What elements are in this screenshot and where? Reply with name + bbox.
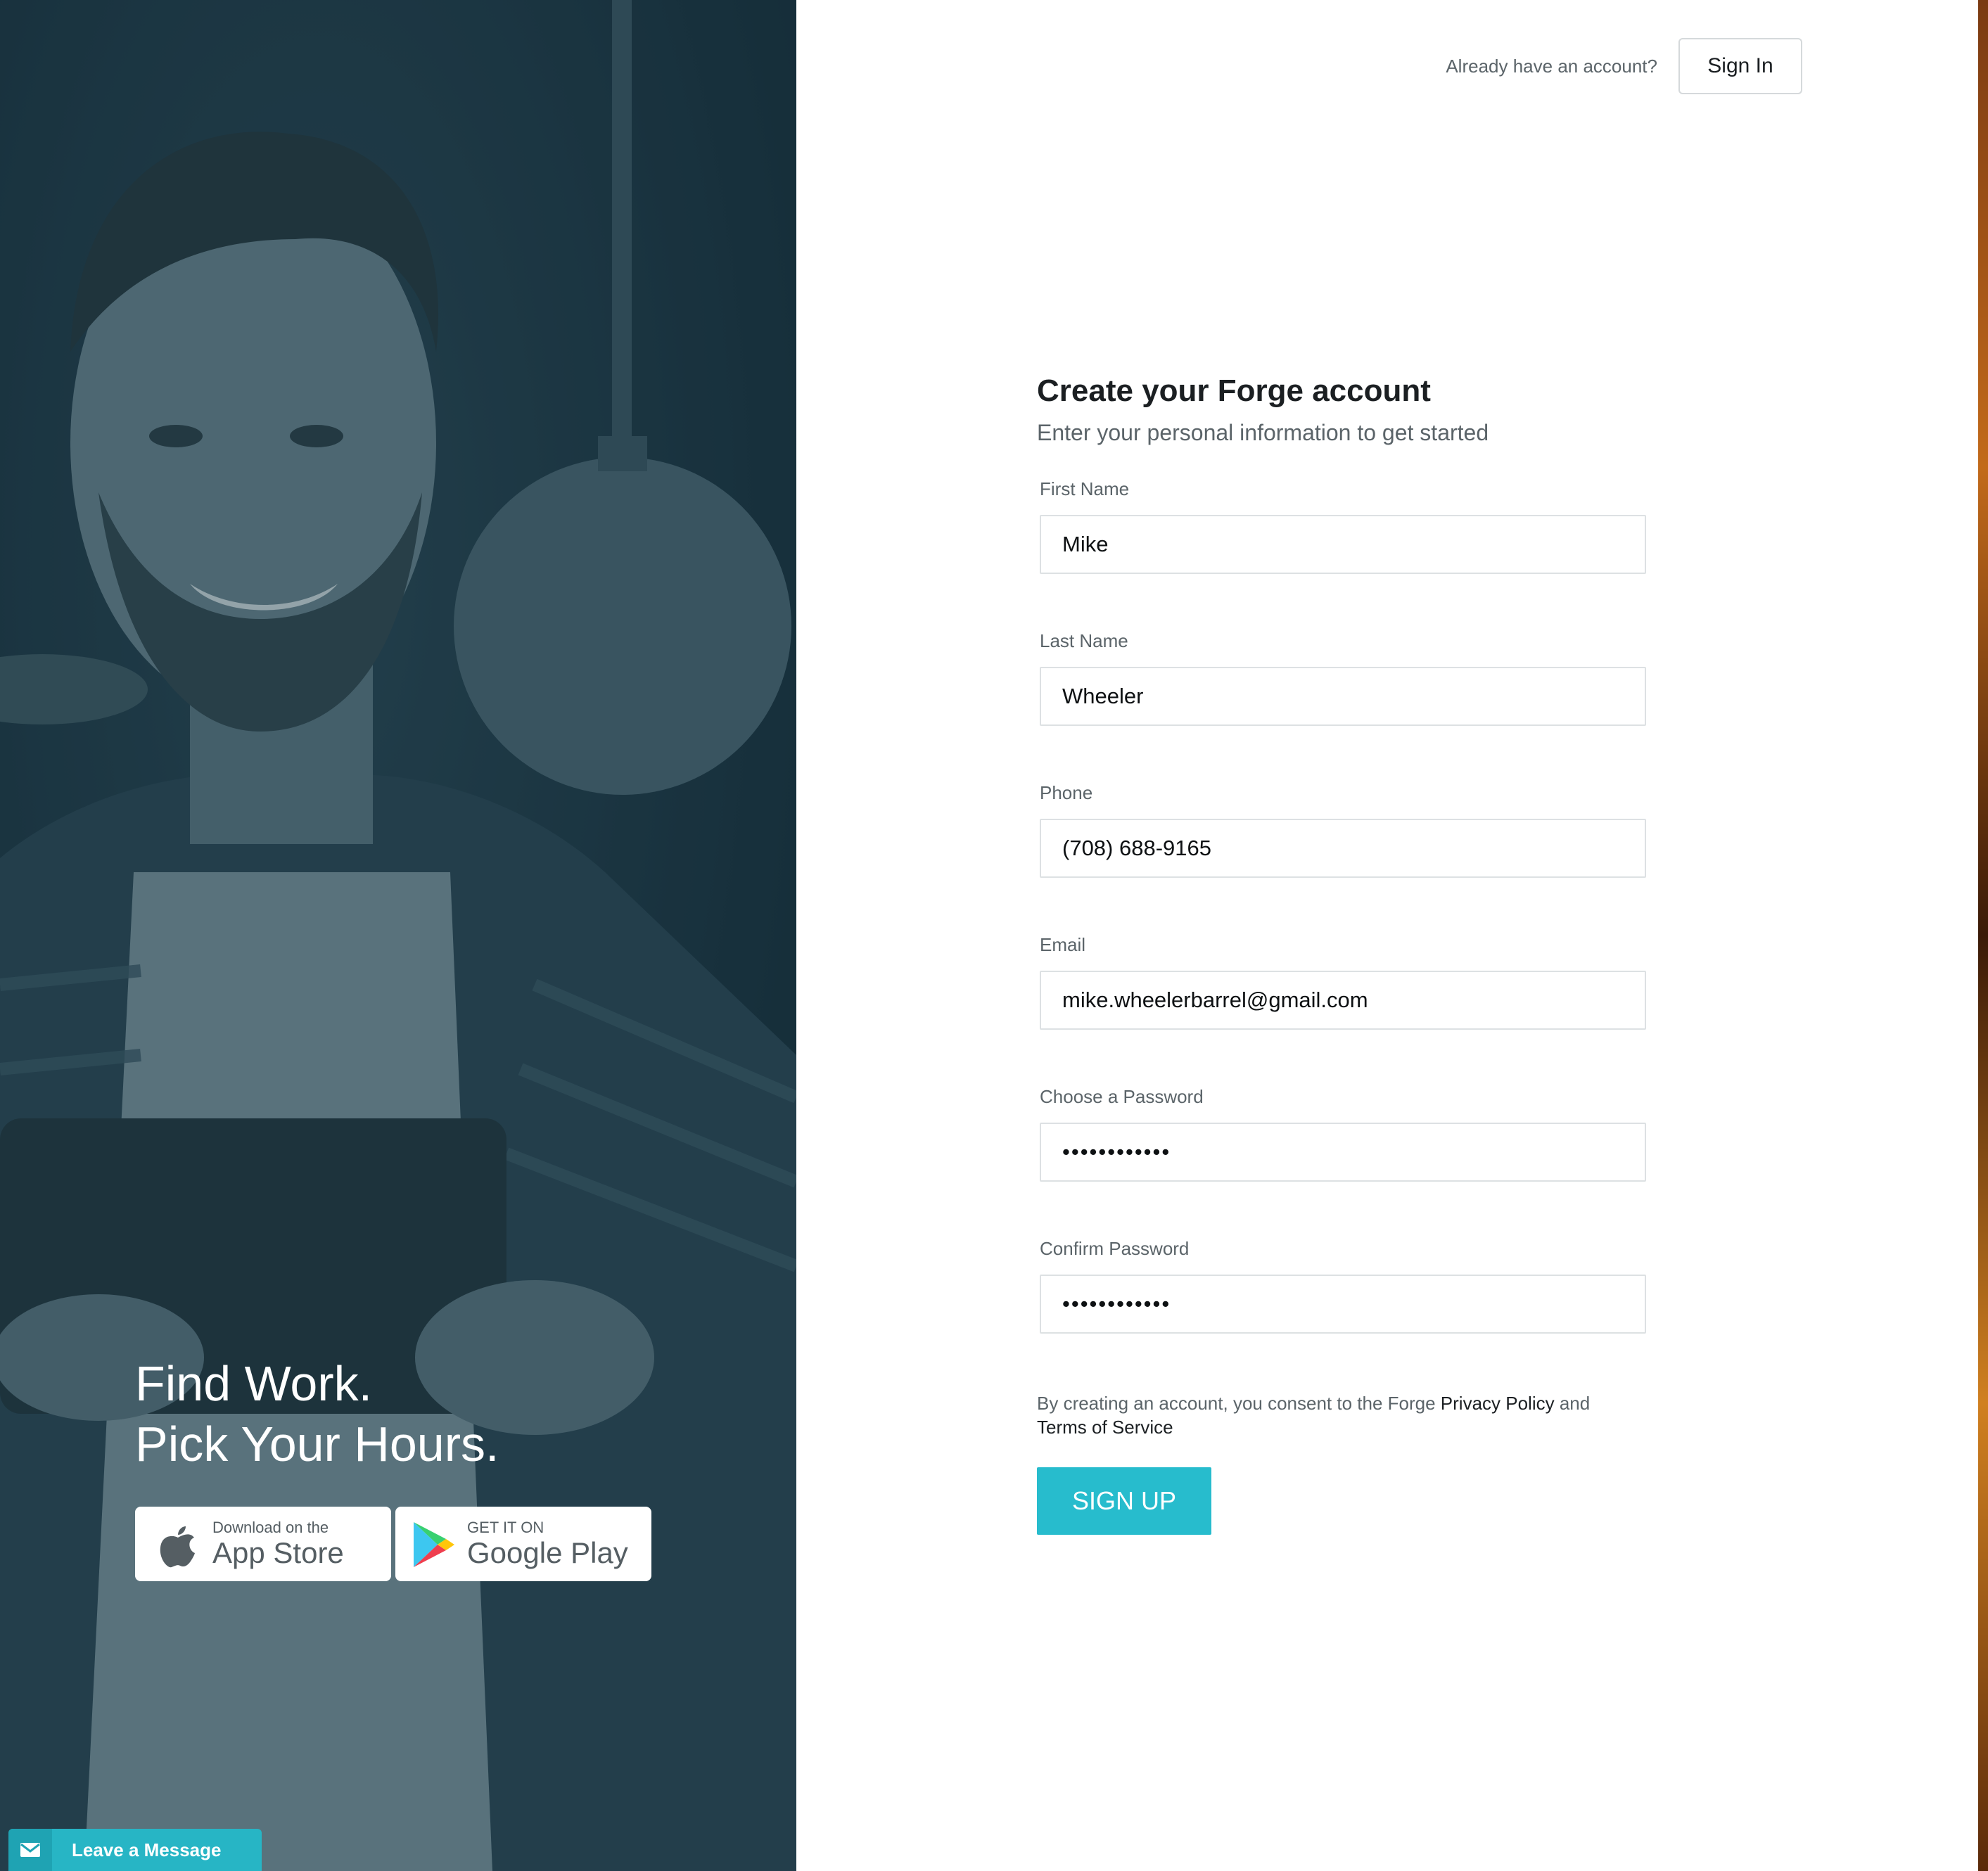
tagline-line-2: Pick Your Hours.: [135, 1417, 499, 1471]
consent-prefix: By creating an account, you consent to t…: [1037, 1393, 1441, 1414]
terms-of-service-link[interactable]: Terms of Service: [1037, 1417, 1173, 1438]
confirm-password-field-group: Confirm Password: [1040, 1238, 1646, 1334]
tagline-line-1: Find Work.: [135, 1356, 373, 1411]
consent-text: By creating an account, you consent to t…: [1037, 1391, 1649, 1439]
email-label: Email: [1040, 934, 1086, 955]
google-play-large-label: Google Play: [467, 1536, 628, 1569]
password-field-group: Choose a Password: [1040, 1086, 1646, 1182]
already-have-account-text: Already have an account?: [1446, 55, 1657, 77]
leave-message-label: Leave a Message: [72, 1839, 222, 1860]
google-play-small-label: GET IT ON: [467, 1519, 544, 1536]
first-name-label: First Name: [1040, 478, 1130, 499]
privacy-policy-link[interactable]: Privacy Policy: [1441, 1393, 1555, 1414]
email-input[interactable]: [1040, 971, 1646, 1030]
email-field-group: Email: [1040, 934, 1646, 1030]
phone-label: Phone: [1040, 782, 1093, 803]
apple-icon: [160, 1526, 195, 1568]
first-name-field-group: First Name: [1040, 478, 1646, 574]
confirm-password-label: Confirm Password: [1040, 1238, 1190, 1259]
first-name-input[interactable]: [1040, 515, 1646, 574]
signin-bar: Already have an account? Sign In: [1446, 38, 1802, 94]
google-play-icon: [414, 1522, 454, 1567]
window-edge-strip: [1978, 0, 1988, 1871]
hero-tagline: Find Work. Pick Your Hours.: [135, 1353, 499, 1474]
hero-background-photo: [0, 0, 796, 1871]
hero-panel: Find Work. Pick Your Hours. Download on …: [0, 0, 796, 1871]
last-name-field-group: Last Name: [1040, 630, 1646, 726]
sign-up-button[interactable]: SIGN UP: [1037, 1467, 1211, 1535]
consent-and: and: [1554, 1393, 1591, 1414]
google-play-badge[interactable]: GET IT ON Google Play: [395, 1507, 651, 1581]
app-store-large-label: App Store: [212, 1536, 344, 1569]
leave-message-widget[interactable]: Leave a Message: [8, 1829, 262, 1871]
app-store-small-label: Download on the: [212, 1519, 329, 1536]
sign-in-button[interactable]: Sign In: [1678, 38, 1802, 94]
phone-input[interactable]: [1040, 819, 1646, 878]
last-name-input[interactable]: [1040, 667, 1646, 726]
form-subtitle: Enter your personal information to get s…: [1037, 420, 1489, 445]
phone-field-group: Phone: [1040, 782, 1646, 878]
confirm-password-input[interactable]: [1040, 1275, 1646, 1334]
form-title: Create your Forge account: [1037, 373, 1431, 408]
password-label: Choose a Password: [1040, 1086, 1204, 1107]
signup-form: Create your Forge account Enter your per…: [1037, 371, 1649, 1535]
last-name-label: Last Name: [1040, 630, 1128, 651]
envelope-icon: [8, 1829, 52, 1871]
password-input[interactable]: [1040, 1123, 1646, 1182]
app-store-badge[interactable]: Download on the App Store: [135, 1507, 391, 1581]
